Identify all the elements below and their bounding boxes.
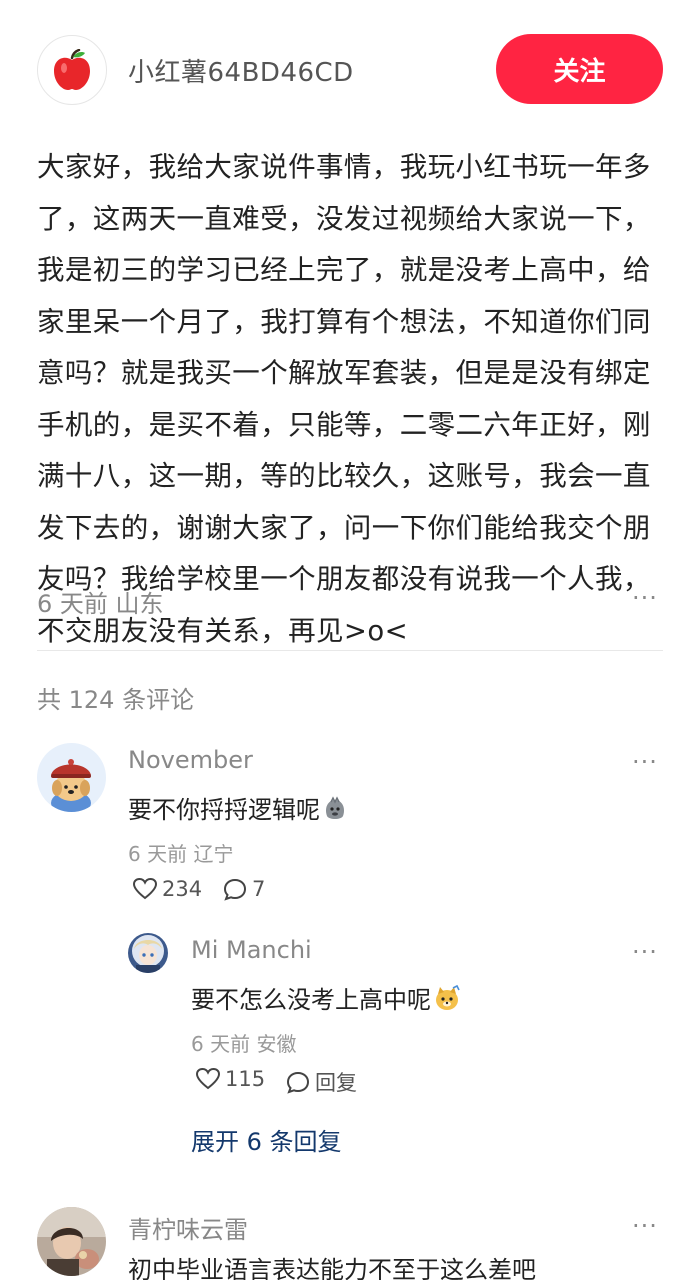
comment-bubble-icon: [286, 1071, 310, 1094]
heart-icon: [195, 1067, 221, 1090]
cartoon-dog-avatar-icon: [37, 743, 106, 812]
comment-like-button[interactable]: 234: [132, 877, 202, 901]
post-line: 我是初三的学习已经上完了，就是没考上高中，给: [37, 254, 651, 286]
like-count: 234: [162, 877, 203, 901]
comment-more-button[interactable]: ···: [632, 748, 658, 776]
commenter-name[interactable]: November: [128, 746, 253, 774]
comment-more-button[interactable]: ···: [632, 1212, 658, 1240]
photo-avatar-icon: [37, 1207, 106, 1276]
reply-text-content: 要不怎么没考上高中呢: [191, 986, 431, 1014]
post-line: 了，这两天一直难受，没发过视频给大家说一下，: [37, 202, 651, 235]
apple-icon: [54, 49, 90, 90]
stone-face-emoji-icon: [322, 796, 348, 828]
post-line: 家里呆一个月了，我打算有个想法，不知道你们同: [37, 305, 651, 338]
reply-like-button[interactable]: 115: [195, 1067, 265, 1091]
post-line: 满十八，这一期，等的比较久，这账号，我会一直: [37, 460, 651, 492]
comment-text: 初中毕业语言表达能力不至于这么差吧: [128, 1256, 536, 1280]
heart-icon: [132, 877, 158, 900]
reply-count: 7: [252, 877, 266, 901]
author-avatar[interactable]: [37, 35, 107, 105]
post-line: 发下去的，谢谢大家了，问一下你们能给我交个朋: [37, 511, 651, 544]
comment-bubble-icon: [223, 878, 247, 901]
comment-text-content: 要不你捋捋逻辑呢: [128, 796, 320, 824]
comment-text: 要不你捋捋逻辑呢: [128, 790, 348, 828]
post-line: 手机的，是买不着，只能等，二零二六年正好，刚: [37, 408, 651, 441]
expand-replies-link[interactable]: 展开 6 条回复: [191, 1122, 342, 1157]
post-date-location: 6 天前 山东: [37, 590, 164, 618]
reply-reply-button[interactable]: 回复: [285, 1067, 357, 1097]
follow-button[interactable]: 关注: [496, 34, 663, 104]
like-count: 115: [225, 1067, 266, 1091]
commenter-name[interactable]: 青柠味云雷: [128, 1210, 248, 1245]
doge-emoji-icon: [433, 984, 461, 1018]
post-content: 大家好，我给大家说件事情，我玩小红书玩一年多 了，这两天一直难受，没发过视频给大…: [37, 142, 662, 657]
reply-avatar[interactable]: [128, 933, 168, 973]
post-line: 意吗？就是我买一个解放军套装，但是是没有绑定: [37, 357, 651, 389]
divider: [37, 650, 663, 651]
reply-name[interactable]: Mi Manchi: [191, 936, 312, 964]
commenter-avatar[interactable]: [37, 1207, 106, 1276]
comment-count: 共 124 条评论: [37, 686, 195, 714]
reply-text: 要不怎么没考上高中呢: [191, 980, 461, 1018]
post-more-button[interactable]: ···: [632, 584, 658, 612]
reply-label: 回复: [315, 1071, 357, 1095]
anime-character-avatar-icon: [128, 933, 168, 973]
comment-date-location: 6 天前 辽宁: [128, 842, 234, 866]
reply-date-location: 6 天前 安徽: [191, 1032, 297, 1056]
note-detail-panel: 小红薯64BD46CD 关注 大家好，我给大家说件事情，我玩小红书玩一年多 了，…: [0, 0, 699, 1280]
comment-reply-button[interactable]: 7: [222, 877, 265, 901]
reply-more-button[interactable]: ···: [632, 938, 658, 966]
post-line: 大家好，我给大家说件事情，我玩小红书玩一年多: [37, 151, 651, 183]
author-name[interactable]: 小红薯64BD46CD: [128, 52, 354, 89]
commenter-avatar[interactable]: [37, 743, 106, 812]
